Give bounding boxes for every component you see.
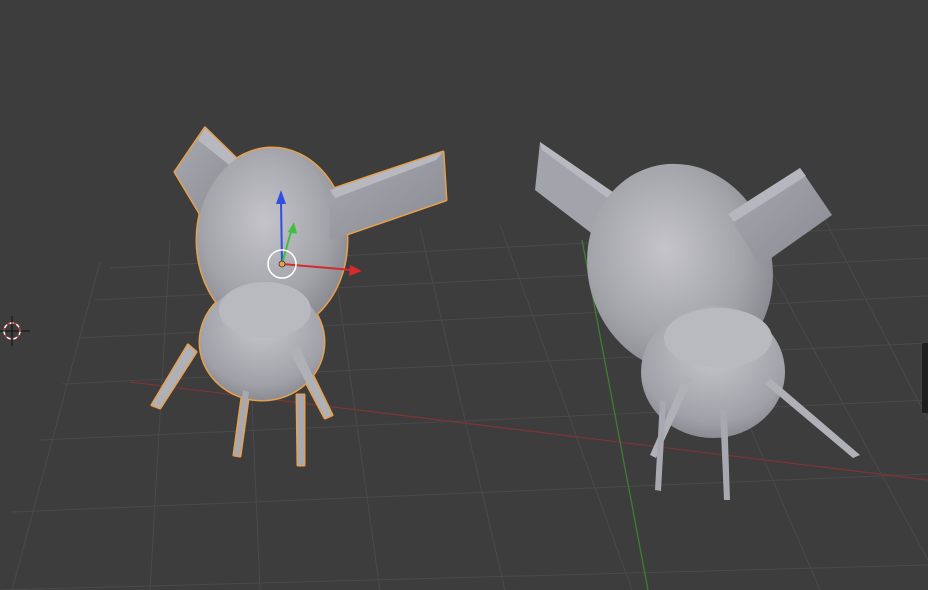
viewport-canvas[interactable] xyxy=(0,0,928,590)
bee-selected[interactable] xyxy=(150,126,448,467)
3d-viewport[interactable] xyxy=(0,0,928,590)
wing xyxy=(330,152,446,240)
bee[interactable] xyxy=(535,142,860,500)
origin-dot-icon xyxy=(278,260,286,268)
viewport-edge-tab[interactable] xyxy=(922,343,928,413)
x-axis-arrow-icon[interactable] xyxy=(349,265,362,276)
crosshair-cursor-icon[interactable] xyxy=(0,316,30,346)
